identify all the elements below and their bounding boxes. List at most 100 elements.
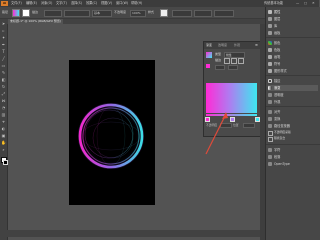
fill-stroke-icon[interactable]	[206, 64, 210, 68]
scale-tool-icon[interactable]: ⤢	[1, 91, 6, 96]
panel-item-label: 对齐	[274, 110, 281, 114]
eyedropper-tool-icon[interactable]: ⌖	[1, 119, 6, 124]
divider	[266, 144, 320, 145]
close-icon[interactable]: ✕	[312, 1, 315, 6]
panel-item-brushes[interactable]: 画笔	[268, 54, 280, 60]
gradient-preview-bar[interactable]	[206, 83, 257, 113]
stroke-color-icon[interactable]	[3, 160, 8, 165]
selection-tool-icon[interactable]: ➤	[1, 21, 6, 26]
panel-item-properties[interactable]: 属性	[268, 9, 280, 15]
stroke-label-panel: 描边	[215, 58, 222, 62]
panel-item-pathfinder[interactable]: 路径查找器	[268, 123, 290, 129]
recolor-button[interactable]	[172, 10, 192, 17]
maximize-icon[interactable]: □	[304, 1, 307, 6]
artboard[interactable]	[69, 60, 155, 205]
panel-item-artboards[interactable]: 画板	[268, 30, 280, 36]
pen-tool-icon[interactable]: ✒	[1, 42, 6, 47]
width-tool-icon[interactable]: ⋈	[1, 98, 6, 103]
angle-field[interactable]	[215, 65, 225, 70]
panel-item-transparency[interactable]: 透明度	[268, 92, 284, 98]
panel-item-label: 渐变	[274, 86, 281, 90]
isolate-blending-checkbox[interactable]	[268, 137, 273, 142]
divider	[266, 37, 320, 38]
tab-transparency[interactable]: 透明度	[218, 43, 227, 48]
stroke-swatch[interactable]	[22, 9, 30, 17]
stroke-mode-1-icon[interactable]	[224, 58, 230, 64]
panel-item-label: 图形样式	[274, 69, 287, 73]
type-tool-icon[interactable]: T	[1, 49, 6, 54]
color-icon	[268, 41, 272, 45]
menu-effect[interactable]: 效果(C)	[86, 1, 97, 6]
panel-item-character[interactable]: 字符	[268, 147, 280, 153]
align-button[interactable]	[194, 10, 212, 17]
panel-item-opentype[interactable]: OpenType	[268, 161, 290, 167]
rectangle-tool-icon[interactable]: ▭	[1, 63, 6, 68]
eraser-tool-icon[interactable]: ◧	[1, 77, 6, 82]
fill-swatch[interactable]	[12, 9, 20, 17]
workspace-switcher[interactable]: 传统基本功能	[264, 1, 283, 6]
toolbar: ➤ ▹ ✦ ✒ T ╱ ▭ ✎ ◧ ↻ ⤢ ⋈ ◔ ▥ ⌖ ◐ ▣ ✋ ⌕	[0, 19, 8, 240]
transform-button[interactable]	[214, 10, 234, 17]
panel-item-libraries[interactable]: 库	[268, 23, 277, 29]
stroke-mode-3-icon[interactable]	[238, 58, 244, 64]
paragraph-icon	[268, 155, 272, 159]
brush-tool-icon[interactable]: ✎	[1, 70, 6, 75]
variable-width-select[interactable]	[64, 10, 90, 17]
tab-appearance[interactable]: 外观	[234, 43, 240, 48]
document-tab[interactable]: 未标题-1* @ 100% (RGB/GPU 预览)	[8, 19, 64, 24]
panel-item-gradient[interactable]: 渐变	[268, 85, 318, 91]
tab-gradient[interactable]: 渐变	[206, 43, 212, 48]
minimize-icon[interactable]: —	[296, 1, 299, 6]
panel-item-label: 符号	[274, 62, 281, 66]
menu-help[interactable]: 帮助(H)	[131, 1, 142, 6]
hand-tool-icon[interactable]: ✋	[1, 140, 6, 145]
stroke-mode-2-icon[interactable]	[231, 58, 237, 64]
rotate-tool-icon[interactable]: ↻	[1, 84, 6, 89]
gradient-thumbnail[interactable]	[206, 52, 212, 58]
annotation-arrow	[205, 112, 228, 155]
shape-builder-icon[interactable]: ◔	[1, 105, 6, 110]
panel-item-graphic-styles[interactable]: 图形样式	[268, 68, 287, 74]
panel-item-layers[interactable]: 图层	[268, 16, 280, 22]
swatches-icon	[268, 48, 272, 52]
menu-window[interactable]: 窗口(W)	[116, 1, 128, 6]
menu-view[interactable]: 视图(V)	[101, 1, 112, 6]
graphic-style-swatch[interactable]	[160, 9, 168, 17]
gradient-tool-icon[interactable]: ▥	[1, 112, 6, 117]
isolate-blending-label: 隔离混合	[274, 136, 286, 140]
direct-selection-icon[interactable]: ▹	[1, 28, 6, 33]
panel-item-paragraph[interactable]: 段落	[268, 154, 280, 160]
panel-item-label: 字符	[274, 148, 281, 152]
character-icon	[268, 148, 272, 152]
panel-item-color[interactable]: 颜色	[268, 40, 280, 46]
blend-tool-icon[interactable]: ◐	[1, 126, 6, 131]
stroke-icon	[268, 79, 272, 83]
panel-item-transform[interactable]: 变换	[268, 116, 280, 122]
opacity-field[interactable]: 100%	[130, 10, 146, 17]
opacity-mask-checkbox[interactable]	[268, 131, 273, 136]
brush-style-select[interactable]: 基本	[92, 10, 112, 17]
aspect-field[interactable]	[228, 65, 238, 70]
zoom-tool-icon[interactable]: ⌕	[1, 147, 6, 152]
panel-item-align[interactable]: 对齐	[268, 109, 280, 115]
menu-select[interactable]: 选择(S)	[71, 1, 82, 6]
menu-edit[interactable]: 编辑(E)	[26, 1, 37, 6]
panel-menu-icon[interactable]: ≡	[255, 43, 258, 48]
transparency-icon	[268, 93, 272, 97]
menu-object[interactable]: 对象(O)	[41, 1, 52, 6]
menu-type[interactable]: 文字(T)	[56, 1, 67, 6]
panel-item-label: 外观	[274, 100, 281, 104]
stroke-weight-field[interactable]	[44, 10, 62, 17]
panel-item-symbols[interactable]: 符号	[268, 61, 280, 67]
menu-file[interactable]: 文件(F)	[11, 1, 22, 6]
artboard-tool-icon[interactable]: ▣	[1, 133, 6, 138]
gradient-stop-mid[interactable]	[230, 117, 235, 122]
panel-item-appearance[interactable]: 外观	[268, 99, 280, 105]
transform-icon	[268, 117, 272, 121]
panel-item-swatches[interactable]: 色板	[268, 47, 280, 53]
magic-wand-icon[interactable]: ✦	[1, 35, 6, 40]
line-tool-icon[interactable]: ╱	[1, 56, 6, 61]
panel-item-stroke[interactable]: 描边	[268, 78, 280, 84]
stop-location-field[interactable]	[243, 123, 255, 128]
type-label: 类型	[215, 52, 222, 56]
